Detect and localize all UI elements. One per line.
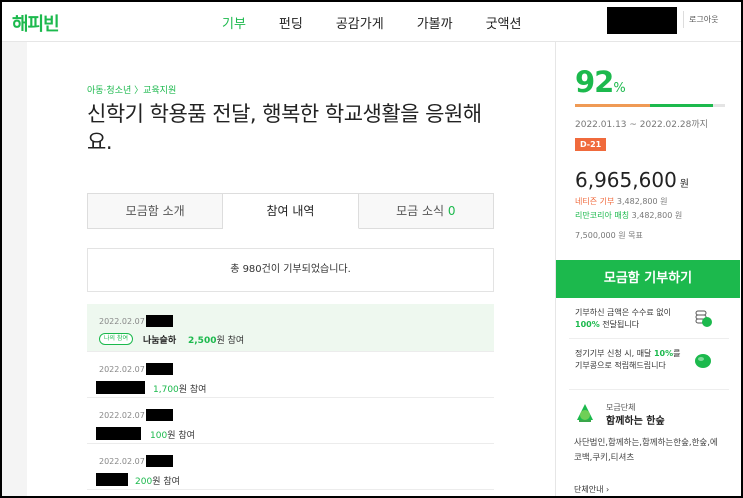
- redacted-time: [146, 363, 173, 375]
- logout-button[interactable]: 로그아웃: [683, 11, 723, 28]
- donation-date: 2022.02.07: [99, 457, 145, 466]
- org-name[interactable]: 함께하는 한숲: [606, 412, 665, 427]
- org-info-link[interactable]: 단체안내 ›: [574, 484, 609, 495]
- netizen-donation-value: 3,482,800 원: [616, 197, 668, 206]
- donation-amount-unit: 원 참여: [178, 385, 207, 395]
- tab-news-count: 0: [447, 204, 456, 218]
- campaign-period: 2022.01.13 ~ 2022.02.28까지: [575, 120, 708, 130]
- campaign-tabs: 모금함 소개 참여 내역 모금 소식 0: [87, 193, 494, 229]
- tab-intro[interactable]: 모금함 소개: [88, 194, 224, 228]
- dday-badge: D-21: [575, 138, 607, 151]
- donor-nickname: 나눔슬하: [143, 336, 177, 346]
- donation-list: 2022.02.07 나의 참여 나눔슬하 2,500원 참여 2022.02.…: [87, 304, 494, 490]
- tab-news[interactable]: 모금 소식 0: [359, 194, 493, 228]
- info-divider: [569, 338, 729, 339]
- funding-percent: 92%: [575, 65, 626, 99]
- tab-intro-label: 모금함 소개: [125, 204, 185, 218]
- campaign-title: 신학기 학용품 전달, 행복한 학교생활을 응원해요.: [87, 102, 482, 154]
- redacted-donor: [96, 427, 141, 440]
- progress-fill-netizen: [575, 104, 650, 107]
- happybean-logo[interactable]: 해피빈: [12, 10, 60, 36]
- raised-amount-unit: 원: [679, 179, 689, 190]
- tab-participation[interactable]: 참여 내역: [223, 194, 359, 229]
- donation-amount-unit: 원 참여: [167, 431, 195, 441]
- redacted-user-area[interactable]: [607, 7, 677, 34]
- coin-stack-icon: [695, 310, 712, 327]
- fundraising-org: 모금단체 함께하는 한숲 사단법인,함께하는,함께하는한숲,한숲,에코백,쿠키,…: [569, 389, 729, 498]
- raised-amount: 6,965,600 원: [575, 168, 689, 192]
- funding-percent-value: 92: [575, 65, 614, 99]
- donation-amount-value: 1,700: [153, 385, 179, 395]
- donation-row-mine: 2022.02.07 나의 참여 나눔슬하 2,500원 참여: [87, 304, 494, 352]
- netizen-donation-line: 네티즌 기부 3,482,800 원: [575, 196, 668, 207]
- donation-amount: 200원 참여: [135, 474, 180, 487]
- tab-news-label: 모금 소식: [396, 204, 445, 218]
- org-tags: 사단법인,함께하는,함께하는한숲,한숲,에코백,쿠키,티셔츠: [574, 438, 718, 463]
- regular-info-percent: 10%: [653, 349, 674, 358]
- redacted-time: [146, 409, 173, 421]
- regular-info-line1b: 를: [673, 349, 681, 358]
- redacted-donor: [96, 473, 128, 486]
- fee-free-line1: 기부하신 금액은 수수료 없이: [575, 308, 671, 317]
- org-logo-icon[interactable]: [574, 402, 596, 424]
- donation-amount-unit: 원 참여: [216, 336, 245, 346]
- my-participation-badge: 나의 참여: [99, 333, 133, 345]
- donation-amount: 2,500원 참여: [188, 333, 244, 346]
- main-nav: 기부 펀딩 공감가게 가볼까 굿액션: [222, 13, 554, 32]
- donation-date: 2022.02.07: [99, 411, 145, 420]
- fee-free-line2: 전달됩니다: [602, 320, 640, 329]
- donation-amount-value: 100: [150, 431, 168, 441]
- fee-free-percent: 100%: [575, 320, 600, 329]
- donation-row: 2022.02.07 200원 참여: [87, 444, 494, 490]
- donation-amount-value: 2,500: [188, 336, 217, 346]
- nav-store[interactable]: 공감가게: [336, 13, 384, 32]
- funding-sidebar: 92% 2022.01.13 ~ 2022.02.28까지 D-21 6,965…: [555, 42, 740, 498]
- progress-fill-matching: [650, 104, 713, 107]
- nav-funding[interactable]: 펀딩: [279, 13, 303, 32]
- donation-date: 2022.02.07: [99, 317, 145, 326]
- redacted-time: [146, 455, 173, 467]
- tab-participation-label: 참여 내역: [266, 204, 315, 218]
- matching-donation-value: 3,482,800 원: [631, 211, 683, 220]
- redacted-donor: [96, 381, 145, 394]
- category-breadcrumb[interactable]: 아동·청소년 〉교육지원: [87, 83, 176, 96]
- nav-gabolkka[interactable]: 가볼까: [417, 13, 453, 32]
- donation-amount: 100원 참여: [150, 428, 195, 441]
- funding-progress-bar: [575, 104, 725, 107]
- regular-info-line1a: 정기기부 신청 시, 매달: [575, 349, 652, 358]
- donation-date: 2022.02.07: [99, 365, 145, 374]
- nav-donate[interactable]: 기부: [222, 13, 246, 32]
- donation-amount: 1,700원 참여: [153, 382, 206, 395]
- nav-goodaction[interactable]: 굿액션: [486, 13, 522, 32]
- top-header: 해피빈 기부 펀딩 공감가게 가볼까 굿액션 로그아웃: [0, 0, 743, 42]
- donation-row: 2022.02.07 1,700원 참여: [87, 352, 494, 398]
- donate-button[interactable]: 모금함 기부하기: [556, 260, 740, 298]
- matching-donation-label: 리만코리아 매칭: [575, 211, 630, 220]
- regular-info-line2: 기부콩으로 적립해드립니다: [575, 361, 666, 370]
- goal-amount: 7,500,000 원 목표: [575, 231, 643, 240]
- matching-donation-line: 리만코리아 매칭 3,482,800 원: [575, 210, 682, 221]
- netizen-donation-label: 네티즌 기부: [575, 197, 615, 206]
- donation-row: 2022.02.07 100원 참여: [87, 398, 494, 444]
- donation-total-count: 총 980건이 기부되었습니다.: [87, 248, 494, 292]
- funding-percent-sign: %: [613, 81, 625, 96]
- campaign-main: 아동·청소년 〉교육지원 신학기 학용품 전달, 행복한 학교생활을 응원해요.…: [27, 42, 557, 498]
- redacted-time: [146, 315, 173, 327]
- raised-amount-value: 6,965,600: [575, 168, 677, 192]
- donation-amount-value: 200: [135, 477, 153, 487]
- bean-icon: [695, 354, 711, 368]
- donation-amount-unit: 원 참여: [152, 477, 180, 487]
